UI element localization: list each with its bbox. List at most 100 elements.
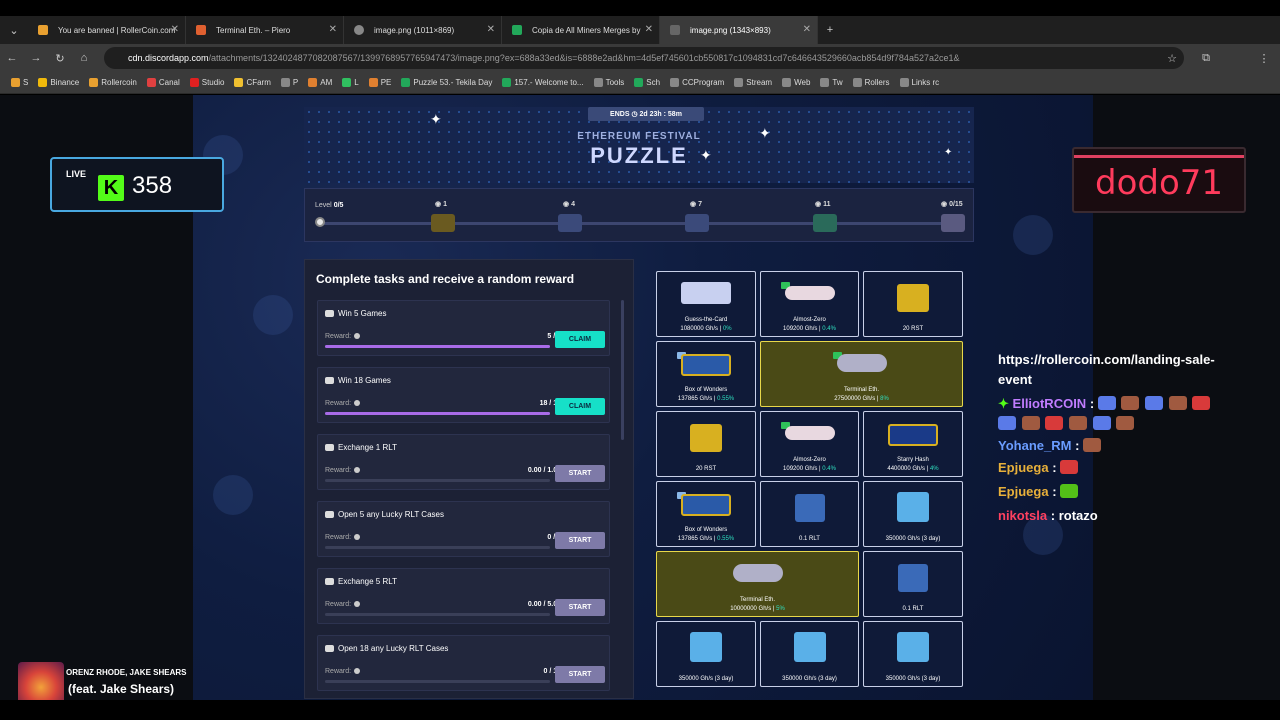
reward-label: Reward: (325, 534, 352, 541)
bookmark-item[interactable]: L (339, 78, 361, 87)
bookmark-item[interactable]: P (278, 78, 301, 87)
reward-card-rlt[interactable]: 0.1 RLT (863, 551, 963, 617)
claim-button[interactable]: CLAIM (555, 331, 605, 348)
bookmark-item[interactable]: AM (305, 78, 335, 87)
new-tab-button[interactable]: + (818, 24, 842, 36)
reward-coin-icon (354, 467, 361, 473)
bookmark-folder[interactable]: Links rc (897, 78, 943, 87)
bookmark-item[interactable]: Binance (35, 78, 82, 87)
tab-image-2[interactable]: image.png (1343×893) ✕ (660, 16, 818, 44)
star-icon: ✦ (944, 147, 953, 158)
task-progress: 0.00 / 5.00 (527, 601, 561, 608)
bookmark-folder[interactable]: Rollers (850, 78, 893, 87)
reward-coin-icon (354, 333, 361, 339)
milestone-label: ◉ 1 (435, 201, 447, 208)
reward-card-terminal-eth-large[interactable]: Terminal Eth. 10000000 Gh/s | 5% (656, 551, 859, 617)
reward-card-rlt[interactable]: 0.1 RLT (760, 481, 859, 547)
power-boost-icon (897, 492, 929, 522)
bookmark-item[interactable]: Studio (187, 78, 228, 87)
reload-icon[interactable]: ↻ (48, 52, 72, 65)
reward-card-starry-hash[interactable]: Starry Hash 4400000 Gh/s | 4% (863, 411, 963, 477)
reward-card-rst[interactable]: 20 RST (656, 411, 756, 477)
tab-favicon-icon (38, 25, 48, 35)
bookmark-star-icon[interactable]: ☆ (1160, 52, 1184, 65)
task-progress-bar (325, 412, 550, 415)
thermometer-miner-icon (784, 286, 835, 300)
bookmark-item[interactable]: S (8, 78, 31, 87)
emote-icon (1116, 416, 1135, 430)
tab-terminal-eth[interactable]: Terminal Eth. – Piero ✕ (186, 16, 344, 44)
close-icon[interactable]: ✕ (803, 24, 811, 35)
bookmark-folder[interactable]: Web (779, 78, 813, 87)
album-art (18, 662, 64, 704)
bookmark-item[interactable]: PE (366, 78, 395, 87)
reward-card-power-boost[interactable]: 350000 Gh/s (3 day) (760, 621, 859, 687)
cart-icon (325, 444, 334, 451)
bookmark-folder[interactable]: CCProgram (667, 78, 727, 87)
eth-reward-icon[interactable] (941, 214, 965, 232)
festival-title: ETHEREUM FESTIVAL (577, 131, 701, 142)
claim-button[interactable]: CLAIM (555, 398, 605, 415)
bookmark-item[interactable]: Rollercoin (86, 78, 140, 87)
reward-label: Reward: (325, 333, 352, 340)
reward-card-terminal-eth-large[interactable]: Terminal Eth. 27500000 Gh/s | 8% (760, 341, 963, 407)
reward-card-almost-zero[interactable]: Almost-Zero 109200 Gh/s | 0.4% (760, 411, 859, 477)
event-banner: ENDS ◷ 2d 23h : 58m ETHEREUM FESTIVAL PU… (304, 107, 974, 183)
tasks-scrollbar[interactable] (621, 300, 624, 440)
close-icon[interactable]: ✕ (171, 24, 179, 35)
tab-rollercoin[interactable]: You are banned | RollerCoin.com ✕ (28, 16, 186, 44)
reward-card-box-of-wonders[interactable]: Box of Wonders 137865 Gh/s | 0.55% (656, 341, 756, 407)
close-icon[interactable]: ✕ (487, 24, 495, 35)
task-progress: 5 / 5 (547, 333, 561, 340)
card-reward-icon[interactable] (685, 214, 709, 232)
reward-card-power-boost[interactable]: 350000 Gh/s (3 day) (863, 621, 963, 687)
reward-card-guess-the-card[interactable]: Guess-the-Card 1080000 Gh/s | 0% (656, 271, 756, 337)
reward-card-power-boost[interactable]: 350000 Gh/s (3 day) (656, 621, 756, 687)
level-knob[interactable] (315, 217, 325, 227)
live-label: LIVE (66, 169, 87, 179)
bookmark-item[interactable]: CFarm (231, 78, 273, 87)
reward-coin-icon (354, 400, 361, 406)
forward-icon[interactable]: → (24, 52, 48, 64)
bookmark-item[interactable]: Puzzle 53.- Tekila Day (398, 78, 495, 87)
bookmark-folder[interactable]: Tw (817, 78, 845, 87)
viewer-count: 358 (132, 172, 173, 199)
bookmark-item[interactable]: Sch (631, 78, 663, 87)
key-reward-icon[interactable] (558, 214, 582, 232)
task-progress: 0 / 18 (543, 668, 561, 675)
reward-card-power-boost[interactable]: 350000 Gh/s (3 day) (863, 481, 963, 547)
home-icon[interactable]: ⌂ (72, 52, 96, 64)
start-button[interactable]: START (555, 599, 605, 616)
bookmark-folder[interactable]: Stream (731, 78, 775, 87)
bookmark-item[interactable]: 157.- Welcome to... (499, 78, 586, 87)
bookmark-folder[interactable]: Tools (591, 78, 628, 87)
rewards-grid: Guess-the-Card 1080000 Gh/s | 0% Almost-… (656, 271, 964, 689)
start-button[interactable]: START (555, 465, 605, 482)
puzzle-title: PUZZLE (590, 143, 688, 168)
start-button[interactable]: START (555, 666, 605, 683)
tab-search-icon[interactable]: ⌄ (0, 24, 28, 37)
reward-card-rst[interactable]: 20 RST (863, 271, 963, 337)
eth-miner-icon (732, 564, 783, 582)
milestone-label: ◉ 7 (690, 201, 702, 208)
tab-image-1[interactable]: image.png (1011×869) ✕ (344, 16, 502, 44)
menu-icon[interactable]: ⋮ (1252, 52, 1276, 65)
extensions-icon[interactable]: ⧉ (1194, 52, 1218, 65)
lightning-reward-icon[interactable] (431, 214, 455, 232)
reward-card-almost-zero[interactable]: Almost-Zero 109200 Gh/s | 0.4% (760, 271, 859, 337)
url-input[interactable]: cdn.discordapp.com/attachments/132402487… (104, 47, 1184, 69)
reward-coin-icon (354, 668, 361, 674)
back-icon[interactable]: ← (0, 52, 24, 64)
close-icon[interactable]: ✕ (329, 24, 337, 35)
tab-sheet[interactable]: Copia de All Miners Merges by ✕ (502, 16, 660, 44)
close-icon[interactable]: ✕ (645, 24, 653, 35)
miner-reward-icon[interactable] (813, 214, 837, 232)
bookmark-item[interactable]: Canal (144, 78, 183, 87)
task-title: Win 5 Games (338, 309, 387, 318)
start-button[interactable]: START (555, 532, 605, 549)
task-title: Open 5 any Lucky RLT Cases (338, 510, 444, 519)
bookmarks-bar: S Binance Rollercoin Canal Studio CFarm … (0, 72, 1280, 94)
reward-card-box-of-wonders[interactable]: Box of Wonders 137865 Gh/s | 0.55% (656, 481, 756, 547)
cart-icon (325, 645, 334, 652)
eth-miner-icon (836, 354, 887, 372)
